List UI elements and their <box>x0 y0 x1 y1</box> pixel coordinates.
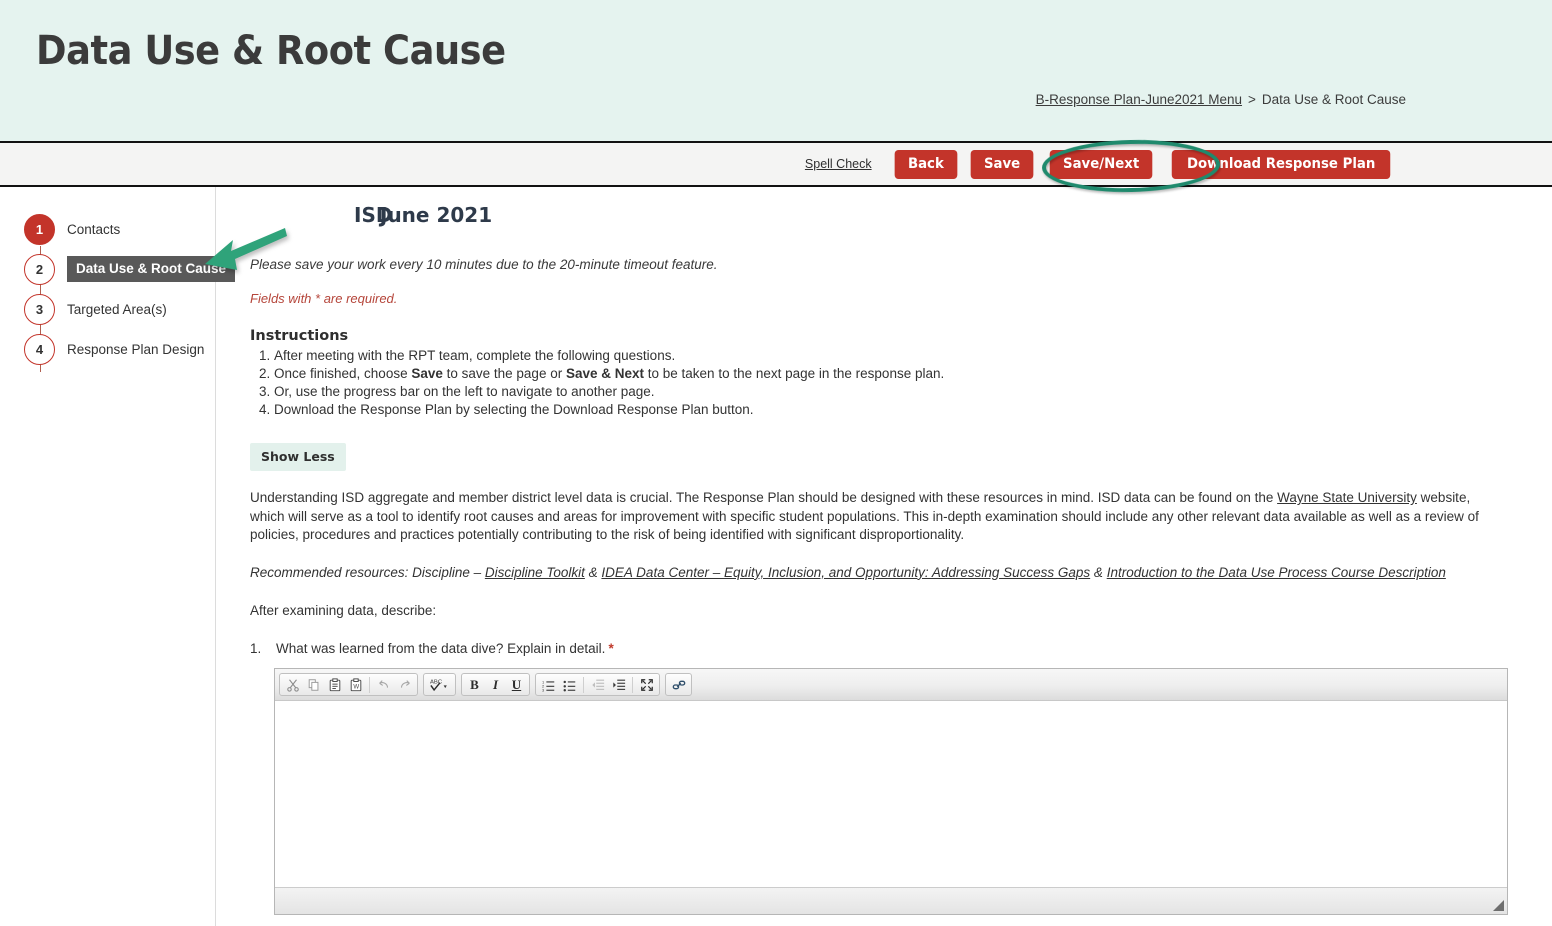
toolbar-separator <box>583 676 584 693</box>
form-heading: ISD June 2021 <box>250 187 1528 227</box>
save-next-button[interactable]: Save/Next <box>1049 149 1152 179</box>
instruction-item: After meeting with the RPT team, complet… <box>274 347 1528 365</box>
show-less-button[interactable]: Show Less <box>250 443 346 471</box>
svg-text:3: 3 <box>542 687 545 691</box>
maximize-icon[interactable] <box>636 675 657 695</box>
sidebar-item-label: Contacts <box>67 221 121 237</box>
breadcrumb-separator: > <box>1248 92 1256 107</box>
data-use-process-course-link[interactable]: Introduction to the Data Use Process Cou… <box>1107 565 1446 580</box>
instruction-item: Download the Response Plan by selecting … <box>274 401 1528 419</box>
timeout-note: Please save your work every 10 minutes d… <box>250 257 718 272</box>
question-text: What was learned from the data dive? Exp… <box>276 641 614 656</box>
breadcrumb: B-Response Plan-June2021 Menu > Data Use &… <box>1036 92 1406 107</box>
question-label: What was learned from the data dive? Exp… <box>276 641 606 657</box>
required-asterisk: * <box>608 641 614 657</box>
wayne-state-university-link[interactable]: Wayne State University <box>1277 490 1417 505</box>
sidebar-item-label: Targeted Area(s) <box>67 301 167 317</box>
underline-icon[interactable]: U <box>506 675 527 695</box>
entity-label: ISD <box>354 203 393 227</box>
sidebar-item-targeted-areas[interactable]: 3 Targeted Area(s) <box>0 289 215 329</box>
editor-toolbar: W ABC B I U 1 2 3 <box>275 669 1507 702</box>
bold-icon[interactable]: B <box>464 675 485 695</box>
redo-icon[interactable] <box>394 675 415 695</box>
step-number-badge: 1 <box>24 213 55 245</box>
rich-text-editor[interactable]: W ABC B I U 1 2 3 <box>274 668 1508 916</box>
discipline-toolkit-link[interactable]: Discipline Toolkit <box>485 565 585 580</box>
undo-icon[interactable] <box>373 675 394 695</box>
svg-text:W: W <box>353 683 359 690</box>
editor-text-area[interactable] <box>275 701 1507 889</box>
sidebar-item-label: Response Plan Design <box>67 341 205 357</box>
main-content: ISD June 2021 Please save your work ever… <box>216 187 1552 926</box>
instruction-item: Or, use the progress bar on the left to … <box>274 383 1528 401</box>
paste-from-word-icon[interactable]: W <box>345 675 366 695</box>
spell-check-link[interactable]: Spell Check <box>805 157 872 171</box>
download-response-plan-button[interactable]: Download Response Plan <box>1171 149 1391 179</box>
after-examining-text: After examining data, describe: <box>250 603 437 619</box>
sidebar-item-label-active: Data Use & Root Cause <box>67 256 236 282</box>
copy-icon[interactable] <box>303 675 324 695</box>
instructions-list: After meeting with the RPT team, complet… <box>250 347 1528 419</box>
resources-amp-1: & <box>584 564 602 580</box>
question-number: 1. <box>250 641 262 657</box>
instructions-heading: Instructions <box>250 328 349 344</box>
breadcrumb-current: Data Use & Root Cause <box>1261 92 1406 107</box>
step-number-badge: 4 <box>24 333 55 365</box>
save-button[interactable]: Save <box>970 149 1034 179</box>
increase-indent-icon[interactable] <box>608 675 629 695</box>
question-1: 1. What was learned from the data dive? … <box>250 641 1528 656</box>
page-title: Data Use & Root Cause <box>36 28 506 74</box>
description-paragraph: Understanding ISD aggregate and member d… <box>250 489 1500 545</box>
breadcrumb-parent-link[interactable]: B-Response Plan-June2021 Menu <box>1036 92 1242 107</box>
editor-toolbar-group-spell: ABC <box>423 673 456 697</box>
action-toolbar: Spell Check Back Save Save/Next Download… <box>0 143 1552 187</box>
spell-check-icon[interactable]: ABC <box>426 675 453 695</box>
decrease-indent-icon[interactable] <box>587 675 608 695</box>
toolbar-separator <box>632 676 633 693</box>
editor-footer-bar <box>275 888 1507 915</box>
page-header: Data Use & Root Cause B-Response Plan-Ju… <box>0 0 1552 143</box>
toolbar-separator <box>369 676 370 693</box>
instruction-bold-save: Save <box>411 366 443 381</box>
paste-icon[interactable] <box>324 675 345 695</box>
instruction-item: Once finished, choose Save to save the p… <box>274 365 1528 383</box>
editor-toolbar-group-paragraph: 123 <box>535 673 660 697</box>
instruction-mid: to save the page or <box>442 366 566 381</box>
editor-toolbar-group-link <box>665 673 692 697</box>
instruction-post: to be taken to the next page in the resp… <box>644 366 945 381</box>
step-number-badge: 3 <box>24 293 55 325</box>
resources-amp-2: & <box>1090 564 1107 580</box>
step-list: 1 Contacts 2 Data Use & Root Cause 3 Tar… <box>0 209 236 372</box>
italic-icon[interactable]: I <box>485 675 506 695</box>
sidebar-item-response-plan-design[interactable]: 4 Response Plan Design <box>0 329 215 369</box>
required-fields-note: Fields with * are required. <box>250 291 398 306</box>
idea-data-center-link[interactable]: IDEA Data Center – Equity, Inclusion, an… <box>601 565 1090 580</box>
bulleted-list-icon[interactable] <box>559 675 580 695</box>
resources-prefix: Recommended resources: Discipline – <box>250 564 485 580</box>
description-part-1: Understanding ISD aggregate and member d… <box>250 490 1278 505</box>
svg-text:ABC: ABC <box>430 680 443 686</box>
page-body: 1 Contacts 2 Data Use & Root Cause 3 Tar… <box>0 187 1552 926</box>
instruction-bold-save-next: Save & Next <box>565 366 645 381</box>
sidebar-item-data-use-root-cause[interactable]: 2 Data Use & Root Cause <box>0 249 236 289</box>
resize-handle-icon[interactable] <box>1493 900 1504 912</box>
instruction-pre: Once finished, choose <box>274 366 412 381</box>
step-number-badge: 2 <box>24 253 55 285</box>
editor-toolbar-group-basic-styles: B I U <box>461 673 530 697</box>
recommended-resources-line: Recommended resources: Discipline – Disc… <box>250 564 1500 583</box>
numbered-list-icon[interactable]: 123 <box>538 675 559 695</box>
back-button[interactable]: Back <box>894 149 957 179</box>
cut-icon[interactable] <box>282 675 303 695</box>
editor-toolbar-group-clipboard: W <box>279 673 418 697</box>
link-icon[interactable] <box>668 675 689 695</box>
sidebar-item-contacts[interactable]: 1 Contacts <box>0 209 215 249</box>
progress-sidebar: 1 Contacts 2 Data Use & Root Cause 3 Tar… <box>0 187 236 926</box>
period-label: June 2021 <box>380 203 493 227</box>
